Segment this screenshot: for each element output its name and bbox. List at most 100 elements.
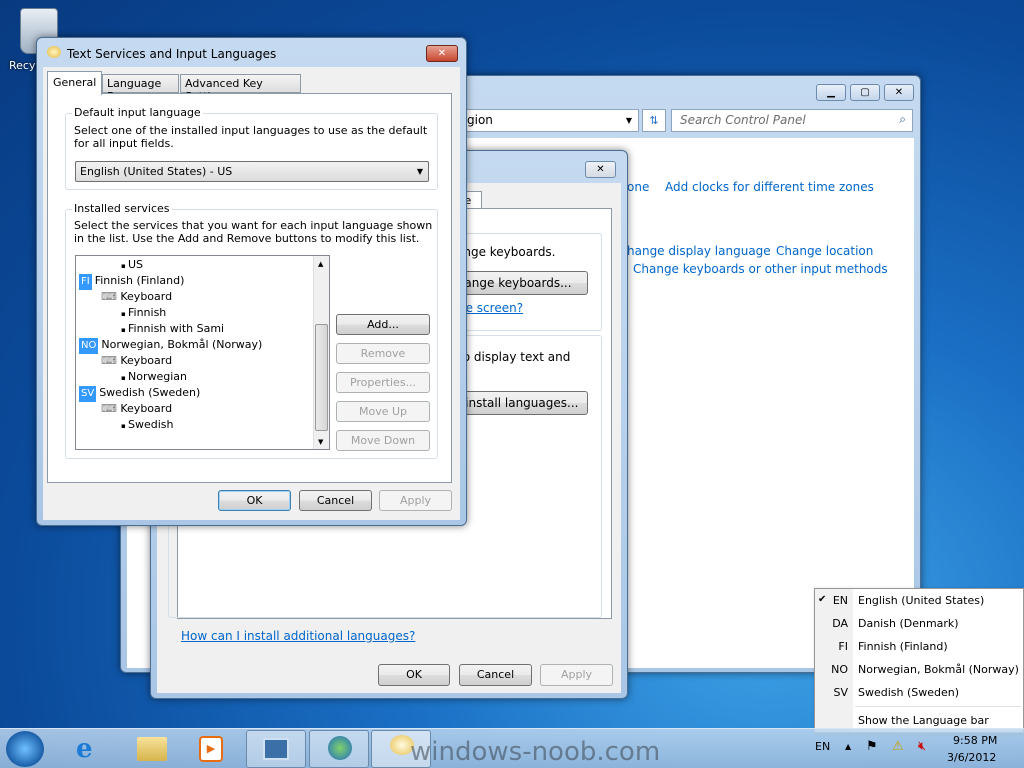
- menu-item-language[interactable]: Danish (Denmark): [858, 617, 959, 630]
- tree-item-label: Swedish: [127, 418, 174, 431]
- search-icon[interactable]: ⌕: [899, 112, 906, 127]
- link-change-display-language[interactable]: hange display language: [627, 244, 771, 258]
- language-code: EN: [832, 594, 848, 607]
- close-button[interactable]: ✕: [884, 84, 914, 101]
- properties-button[interactable]: Properties...: [336, 372, 430, 393]
- language-tag: FI: [79, 274, 92, 290]
- globe-clock-icon: [328, 736, 352, 760]
- apply-button[interactable]: Apply: [540, 664, 613, 686]
- menu-gutter: [815, 589, 853, 732]
- language-tag: NO: [79, 338, 99, 354]
- tree-item-label: Finnish: [127, 306, 167, 319]
- scrollbar[interactable]: ▲ ▼: [313, 256, 329, 449]
- tree-item-label: Norwegian: [127, 370, 187, 383]
- scroll-up-icon[interactable]: ▲: [318, 256, 323, 272]
- cancel-button[interactable]: Cancel: [459, 664, 532, 686]
- apply-button[interactable]: Apply: [379, 490, 452, 511]
- language-code: FI: [838, 640, 848, 653]
- menu-item-language[interactable]: English (United States): [858, 594, 984, 607]
- ok-button[interactable]: OK: [218, 490, 291, 511]
- tree-item[interactable]: ⌨ Keyboard: [101, 401, 172, 417]
- move-up-button[interactable]: Move Up: [336, 401, 430, 422]
- group-label: Default input language: [72, 106, 203, 119]
- tree-item-label: Keyboard: [120, 354, 173, 367]
- tree-item[interactable]: ⌨ Keyboard: [101, 353, 172, 369]
- services-tree[interactable]: ▲ ▼ ▪ US FI Finnish (Finland) ⌨ Keyboard ▪ F…: [75, 255, 330, 450]
- welcome-screen-link[interactable]: he screen?: [458, 301, 523, 315]
- control-panel-taskbar-button[interactable]: [246, 730, 306, 768]
- link-change-keyboards[interactable]: Change keyboards or other input methods: [633, 262, 888, 276]
- group-description: Select one of the installed input langua…: [74, 124, 428, 150]
- network-warning-icon[interactable]: ⚠: [892, 739, 904, 754]
- tree-item-label: Finnish with Sami: [127, 322, 225, 335]
- bullet-icon: ▪: [121, 262, 128, 270]
- internet-explorer-icon[interactable]: e: [76, 735, 104, 763]
- tab-general[interactable]: General: [47, 71, 102, 95]
- cancel-button[interactable]: Cancel: [299, 490, 372, 511]
- action-center-flag-icon[interactable]: ⚑: [866, 739, 878, 754]
- taskbar: e ▶ windows-noob.com EN ▲ ⚑ ⚠ 🔇︎ 9:58 PM…: [0, 728, 1024, 768]
- clock-time[interactable]: 9:58 PM: [953, 734, 997, 747]
- tree-item[interactable]: ▪ Norwegian: [121, 369, 187, 385]
- start-button[interactable]: [6, 731, 44, 767]
- tree-item[interactable]: SV Swedish (Sweden): [79, 385, 201, 402]
- volume-muted-icon[interactable]: 🔇︎: [918, 739, 926, 754]
- tree-item[interactable]: NO Norwegian, Bokmål (Norway): [79, 337, 263, 354]
- close-button[interactable]: ✕: [585, 161, 616, 178]
- link-change-location[interactable]: Change location: [776, 244, 873, 258]
- install-languages-link[interactable]: How can I install additional languages?: [181, 629, 415, 643]
- close-button[interactable]: ✕: [426, 45, 458, 62]
- menu-item-language[interactable]: Swedish (Sweden): [858, 686, 959, 699]
- move-down-button[interactable]: Move Down: [336, 430, 430, 451]
- tree-item[interactable]: ▪ Swedish: [121, 417, 173, 433]
- tree-item[interactable]: ▪ Finnish: [121, 305, 166, 321]
- menu-separator: [855, 706, 1021, 707]
- menu-item-show-language-bar[interactable]: Show the Language bar: [858, 714, 989, 727]
- checkmark-icon: ✔: [818, 594, 827, 605]
- watermark: windows-noob.com: [410, 737, 661, 767]
- chevron-down-icon[interactable]: ▼: [626, 116, 632, 125]
- default-language-select[interactable]: English (United States) - US ▼: [75, 161, 429, 182]
- minimize-button[interactable]: ▁: [816, 84, 846, 101]
- keyboard-icon: ⌨: [101, 402, 121, 415]
- tab-advanced-key-settings[interactable]: Advanced Key Settings: [180, 74, 301, 103]
- region-taskbar-button[interactable]: [309, 730, 369, 768]
- change-keyboards-button[interactable]: ange keyboards...: [448, 271, 588, 295]
- search-input[interactable]: Search Control Panel ⌕: [671, 109, 913, 132]
- menu-item-language[interactable]: Finnish (Finland): [858, 640, 948, 653]
- clock-date[interactable]: 3/6/2012: [947, 751, 996, 764]
- tree-item[interactable]: ▪ Finnish with Sami: [121, 321, 224, 337]
- menu-item-language[interactable]: Norwegian, Bokmål (Norway): [858, 663, 1019, 676]
- install-languages-button[interactable]: ninstall languages...: [448, 391, 588, 415]
- bullet-icon: ▪: [121, 374, 128, 382]
- show-hidden-icons[interactable]: ▲: [845, 742, 851, 751]
- display-language-text: to display text and: [458, 350, 571, 364]
- scroll-thumb[interactable]: [315, 324, 328, 431]
- language-tag: SV: [79, 386, 97, 402]
- tree-item-label: Swedish (Sweden): [99, 386, 201, 399]
- link-add-clocks[interactable]: Add clocks for different time zones: [665, 180, 874, 194]
- tree-item[interactable]: FI Finnish (Finland): [79, 273, 184, 290]
- media-player-icon[interactable]: ▶: [199, 736, 223, 762]
- refresh-icon[interactable]: ⇅: [642, 109, 666, 132]
- keyboards-text: ange keyboards.: [456, 245, 556, 259]
- keyboard-app-icon: [47, 46, 61, 58]
- tree-item-label: Norwegian, Bokmål (Norway): [101, 338, 263, 351]
- scroll-down-icon[interactable]: ▼: [318, 434, 323, 449]
- bullet-icon: ▪: [121, 326, 128, 334]
- tree-item[interactable]: ⌨ Keyboard: [101, 289, 172, 305]
- input-language-indicator[interactable]: EN: [815, 740, 830, 753]
- tab-language-bar[interactable]: Language Bar: [102, 74, 179, 103]
- link-time-zone[interactable]: one: [627, 180, 649, 194]
- add-button[interactable]: Add...: [336, 314, 430, 335]
- maximize-button[interactable]: ▢: [850, 84, 880, 101]
- explorer-icon[interactable]: [137, 737, 167, 761]
- remove-button[interactable]: Remove: [336, 343, 430, 364]
- ok-button[interactable]: OK: [378, 664, 450, 686]
- search-placeholder: Search Control Panel: [680, 113, 806, 127]
- tree-item[interactable]: ▪ US: [121, 257, 143, 273]
- language-code: SV: [833, 686, 848, 699]
- tree-item-label: Keyboard: [120, 290, 173, 303]
- group-label: Installed services: [72, 202, 172, 215]
- tree-item-label: US: [127, 258, 144, 271]
